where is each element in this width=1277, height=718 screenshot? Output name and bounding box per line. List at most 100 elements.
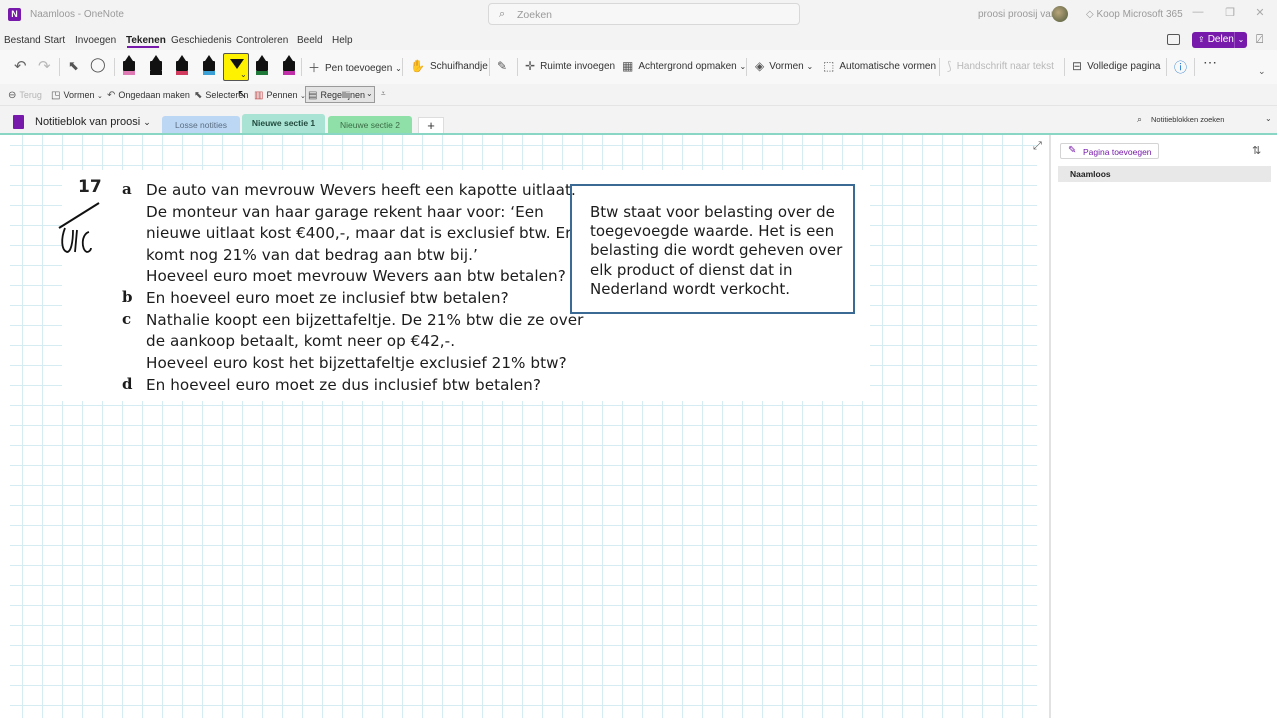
- separator: [489, 58, 490, 76]
- shapes-button[interactable]: ◈ Vormen ⌄: [755, 59, 813, 73]
- chevron-down-icon[interactable]: ⌄: [366, 89, 373, 98]
- separator: [1064, 58, 1065, 76]
- user-name[interactable]: proosi proosij van: [978, 9, 1056, 20]
- back-arrow-icon: ⊖: [8, 90, 17, 101]
- notebook-info-icon[interactable]: [1167, 34, 1180, 45]
- separator: [114, 58, 115, 76]
- onenote-logo-icon: N: [8, 8, 21, 21]
- chevron-down-icon[interactable]: ⌄: [1265, 114, 1272, 123]
- draw-ribbon: ↶ ↷ ⬉ ◯ ⌄ ＋ Pen toevoegen ⌄ ✋ Schuifhandje…: [0, 50, 1277, 84]
- qa-shapes-button[interactable]: ◳ Vormen ⌄: [51, 90, 103, 101]
- pen-green-icon[interactable]: [256, 55, 268, 77]
- page-item-naamloos[interactable]: Naamloos: [1058, 166, 1271, 182]
- collapse-ribbon-icon[interactable]: ⌄: [1258, 66, 1266, 77]
- pan-hand-button[interactable]: ✋ Schuifhandje: [410, 59, 488, 73]
- ink-to-text-icon: ⟆: [947, 59, 952, 73]
- menu-start[interactable]: Start: [44, 35, 65, 46]
- qa-undo-button[interactable]: ↶ Ongedaan maken: [107, 90, 190, 101]
- notebook-name: Notitieblok van proosi: [35, 116, 141, 128]
- notebook-search-input[interactable]: Notitieblokken zoeken ⌄: [1132, 112, 1272, 128]
- pen-purple-icon[interactable]: [283, 55, 295, 77]
- handwritten-scribble-icon: [58, 202, 100, 253]
- mouse-cursor-icon: ↖: [237, 87, 248, 101]
- qa-pens-button[interactable]: ▥ Pennen ⌄: [254, 90, 306, 101]
- restore-button[interactable]: ❐: [1220, 6, 1240, 19]
- customize-toolbar-icon[interactable]: ⩡: [381, 89, 386, 99]
- expand-icon[interactable]: ⤢: [1033, 140, 1042, 153]
- question-line: En hoeveel euro moet ze inclusief btw be…: [146, 288, 509, 307]
- notebook-icon: [13, 115, 24, 129]
- section-tab-losse-notities[interactable]: Losse notities: [162, 116, 240, 134]
- lasso-select-icon[interactable]: ◯: [90, 56, 106, 73]
- more-options-icon[interactable]: ⋯: [1203, 54, 1217, 71]
- insert-space-icon: ✛: [525, 59, 536, 73]
- undo-icon[interactable]: ↶: [14, 57, 27, 75]
- ruler-icon[interactable]: ✎: [497, 59, 512, 73]
- menu-tekenen[interactable]: Tekenen: [126, 35, 166, 46]
- chevron-down-icon[interactable]: ⌄: [1234, 32, 1247, 48]
- menu-beeld[interactable]: Beeld: [297, 35, 323, 46]
- active-tab-indicator: [127, 46, 159, 48]
- format-background-button[interactable]: ▦ Achtergrond opmaken ⌄: [622, 59, 746, 73]
- separator: [1166, 58, 1167, 76]
- separator: [517, 58, 518, 76]
- sort-icon[interactable]: ⇅: [1252, 144, 1261, 157]
- minimize-button[interactable]: —: [1188, 6, 1208, 18]
- shapes-label: Vormen: [769, 61, 804, 72]
- menu-geschiedenis[interactable]: Geschiedenis: [171, 35, 232, 46]
- add-page-icon: ✎: [1068, 145, 1077, 156]
- question-line: En hoeveel euro moet ze dus inclusief bt…: [146, 375, 541, 394]
- info-line: elk product of dienst dat in: [590, 260, 793, 279]
- question-number: 17: [78, 177, 102, 197]
- search-placeholder: Zoeken: [517, 9, 553, 21]
- auto-shapes-icon: ⬚: [823, 59, 835, 73]
- ink-to-text-button[interactable]: ⟆ Handschrift naar tekst: [947, 59, 1054, 73]
- highlighter-yellow-selected-icon[interactable]: ⌄: [223, 53, 249, 81]
- sticky-notes-icon[interactable]: ⍁: [1256, 32, 1263, 47]
- share-label: Delen: [1207, 34, 1234, 45]
- question-line: Hoeveel euro moet mevrouw Wevers aan btw…: [146, 267, 566, 285]
- chevron-down-icon: ⌄: [806, 62, 814, 71]
- search-input[interactable]: ⌕ Zoeken: [488, 3, 800, 25]
- notebook-selector[interactable]: Notitieblok van proosi ⌄: [35, 116, 151, 128]
- question-line: De monteur van haar garage rekent haar v…: [146, 202, 544, 221]
- menu-invoegen[interactable]: Invoegen: [75, 35, 116, 46]
- pen-pink-icon[interactable]: [123, 55, 135, 77]
- qa-rule-lines-button[interactable]: ▤ Regellijnen: [308, 90, 365, 101]
- qa-pens-label: Pennen: [266, 90, 298, 100]
- question-letter-c: c: [122, 310, 132, 328]
- avatar[interactable]: [1052, 6, 1068, 22]
- buy-microsoft-365-link[interactable]: ◇ Koop Microsoft 365: [1086, 9, 1183, 20]
- menu-help[interactable]: Help: [332, 35, 353, 46]
- section-tab-nieuwe-sectie-2[interactable]: Nieuwe sectie 2: [328, 116, 412, 134]
- menu-controleren[interactable]: Controleren: [236, 35, 288, 46]
- pen-red-icon[interactable]: [176, 55, 188, 77]
- redo-icon[interactable]: ↷: [38, 57, 51, 75]
- pan-hand-label: Schuifhandje: [429, 61, 488, 72]
- back-button[interactable]: ⊖ Terug: [8, 90, 42, 101]
- auto-shapes-button[interactable]: ⬚ Automatische vormen: [823, 59, 936, 73]
- pen-black-icon[interactable]: [150, 55, 162, 77]
- share-button[interactable]: ⇪ Delen ⌄: [1192, 32, 1247, 48]
- back-label: Terug: [19, 90, 42, 100]
- full-page-button[interactable]: ⊟ Volledige pagina: [1072, 59, 1160, 73]
- auto-shapes-label: Automatische vormen: [839, 61, 937, 72]
- question-line: Hoeveel euro kost het bijzettafeltje exc…: [146, 353, 567, 372]
- notebook-bar: Notitieblok van proosi ⌄ Losse notities …: [0, 106, 1277, 134]
- diamond-icon: ◇: [1086, 9, 1097, 20]
- pen-blue-icon[interactable]: [203, 55, 215, 77]
- chevron-down-icon: ⌄: [97, 93, 103, 100]
- info-line: toegevoegde waarde. Het is een: [590, 222, 835, 241]
- add-page-button[interactable]: ✎ Pagina toevoegen: [1060, 143, 1159, 159]
- quick-access-bar: ⊖ Terug ◳ Vormen ⌄ ↶ Ongedaan maken ⬉ Select…: [0, 84, 1277, 106]
- add-section-button[interactable]: +: [418, 117, 444, 134]
- close-button[interactable]: ✕: [1250, 6, 1270, 19]
- select-pointer-icon[interactable]: ⬉: [68, 58, 79, 74]
- insert-space-button[interactable]: ✛ Ruimte invoegen: [525, 59, 615, 73]
- add-pen-button[interactable]: ＋ Pen toevoegen ⌄: [308, 59, 402, 76]
- menu-bestand[interactable]: Bestand: [4, 35, 41, 46]
- section-tab-nieuwe-sectie-1[interactable]: Nieuwe sectie 1: [242, 114, 325, 134]
- search-icon: ⌕: [499, 8, 506, 20]
- help-icon[interactable]: ⓘ: [1174, 57, 1187, 76]
- separator: [746, 58, 747, 76]
